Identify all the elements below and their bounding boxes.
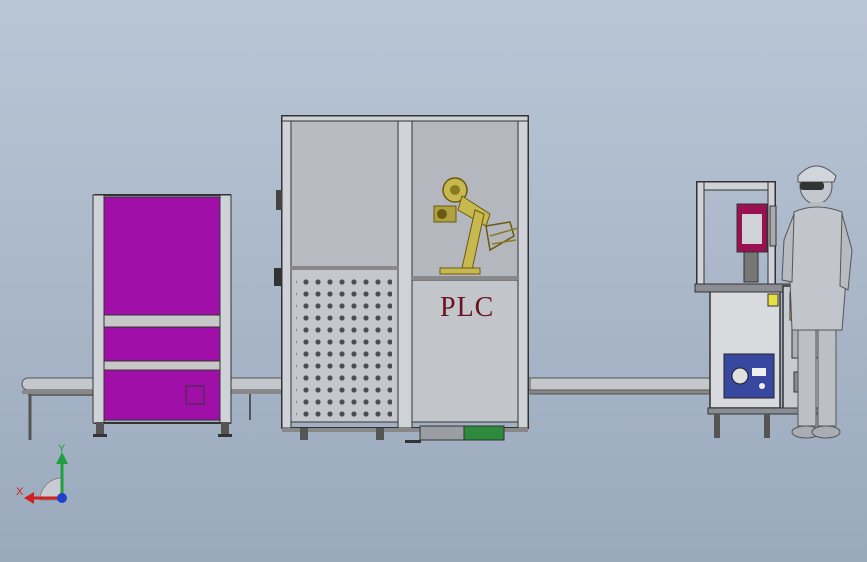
plc-label: PLC (440, 292, 495, 323)
cad-scene (21, 115, 853, 504)
magenta-enclosure-station (92, 194, 232, 437)
y-axis-label: Y (58, 443, 66, 455)
robot-cell-enclosure (274, 115, 529, 443)
x-axis-label: X (16, 486, 24, 498)
axis-triad (24, 452, 68, 504)
